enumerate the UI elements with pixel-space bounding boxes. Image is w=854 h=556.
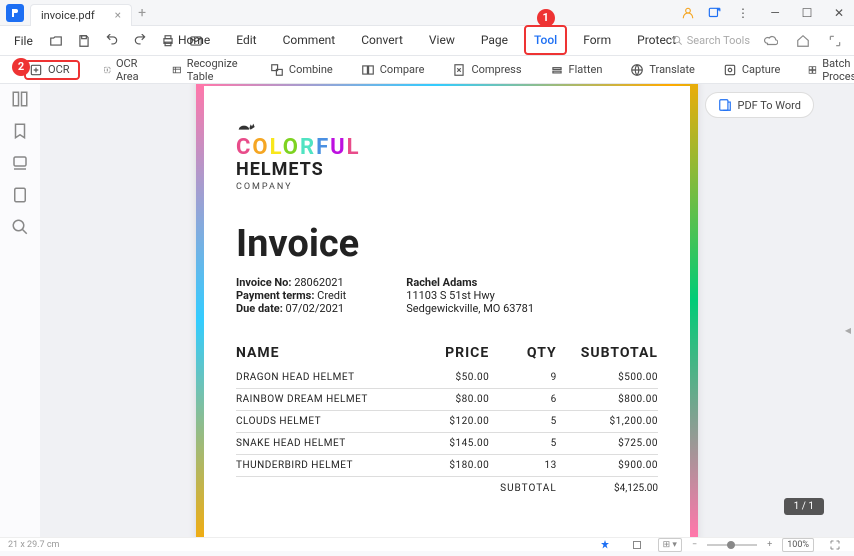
tool-flatten[interactable]: Flatten — [545, 60, 608, 80]
thumbnails-icon[interactable] — [11, 90, 29, 108]
invoice-title: Invoice — [236, 222, 658, 266]
home-icon[interactable] — [792, 30, 814, 52]
main-menu: HomeEditCommentConvertViewPageTool1FormP… — [174, 27, 680, 55]
tool-ocr[interactable]: OCR2 — [24, 60, 80, 80]
hand-tool-icon[interactable] — [594, 534, 616, 556]
save-icon[interactable] — [73, 30, 95, 52]
table-row: RAINBOW DREAM HELMET$80.006$800.00 — [236, 389, 658, 411]
new-tab-button[interactable]: + — [138, 5, 146, 21]
redo-icon[interactable] — [129, 30, 151, 52]
undo-icon[interactable] — [101, 30, 123, 52]
side-panel — [0, 84, 40, 537]
tab-title: invoice.pdf — [41, 9, 95, 22]
titlebar: invoice.pdf × + ⋮ — ☐ ✕ — [0, 0, 854, 26]
word-icon — [718, 98, 732, 112]
col-subtotal: SUBTOTAL — [557, 345, 658, 361]
translate-icon — [630, 63, 644, 77]
batch-process-icon — [808, 63, 817, 77]
open-icon[interactable] — [45, 30, 67, 52]
compare-icon — [361, 63, 375, 77]
pdf-to-word-button[interactable]: PDF To Word — [705, 92, 814, 118]
main-area: ▶ COLORFUL HELMETS COMPANY Invoice Invoi… — [0, 84, 854, 537]
collapse-right-icon[interactable]: ◀ — [844, 311, 852, 351]
pdf-to-word-label: PDF To Word — [738, 99, 801, 112]
menu-page[interactable]: Page — [477, 27, 512, 55]
zoom-slider[interactable] — [707, 544, 757, 546]
recognize-table-icon — [172, 63, 182, 77]
menu-tool[interactable]: Tool1 — [530, 27, 561, 55]
search-placeholder: Search Tools — [687, 34, 750, 47]
close-window-button[interactable]: ✕ — [824, 0, 854, 26]
tool-capture[interactable]: Capture — [718, 60, 785, 80]
tool-compare[interactable]: Compare — [356, 60, 430, 80]
subtotal-value: $4,125.00 — [557, 483, 658, 494]
logo-line2: HELMETS — [236, 159, 658, 180]
search-panel-icon[interactable] — [11, 218, 29, 236]
col-price: PRICE — [405, 345, 489, 361]
zoom-value[interactable]: 100% — [782, 538, 814, 552]
app-icon — [6, 4, 24, 22]
share-icon[interactable] — [702, 3, 726, 23]
menu-home[interactable]: Home — [174, 27, 214, 55]
subtotal-label: SUBTOTAL — [489, 483, 557, 494]
minimize-button[interactable]: — — [760, 0, 790, 26]
toolbar: OCR2 OCR Area Recognize Table Combine Compar… — [0, 56, 854, 84]
search-tools[interactable]: Search Tools — [672, 34, 750, 47]
user-icon[interactable] — [676, 3, 700, 23]
menubar: File Home Edit Comment Convert View Page Tool1… — [0, 26, 854, 56]
col-name: NAME — [236, 345, 405, 361]
menu-view[interactable]: View — [425, 27, 459, 55]
combine-icon — [270, 63, 284, 77]
table-row: THUNDERBIRD HELMET$180.0013$900.00 — [236, 455, 658, 477]
fullscreen-icon[interactable] — [824, 534, 846, 556]
table-row: DRAGON HEAD HELMET$50.009$500.00 — [236, 367, 658, 389]
menu-comment[interactable]: Comment — [279, 27, 340, 55]
attachments-icon[interactable] — [11, 186, 29, 204]
menu-form[interactable]: Form — [579, 27, 615, 55]
page-indicator[interactable]: 1 / 1 — [784, 498, 824, 515]
logo-line3: COMPANY — [236, 182, 658, 192]
hedgehog-icon — [236, 121, 256, 133]
menu-edit[interactable]: Edit — [232, 27, 260, 55]
invoice-info-right: Rachel Adams 11103 S 51st Hwy Sedgewickv… — [406, 276, 534, 315]
tool-ocr-area[interactable]: OCR Area — [98, 54, 150, 86]
maximize-button[interactable]: ☐ — [792, 0, 822, 26]
table-row: CLOUDS HELMET$120.005$1,200.00 — [236, 411, 658, 433]
view-mode-dropdown[interactable]: ⊞ ▾ — [658, 538, 682, 552]
compress-icon — [452, 63, 466, 77]
tool-batch-process[interactable]: Batch Process — [803, 54, 854, 86]
cloud-icon[interactable] — [760, 30, 782, 52]
invoice-table: NAME PRICE QTY SUBTOTAL DRAGON HEAD HELM… — [236, 339, 658, 500]
fit-width-icon[interactable] — [626, 534, 648, 556]
expand-icon[interactable] — [824, 30, 846, 52]
close-tab-icon[interactable]: × — [115, 8, 121, 22]
page-dimensions: 21 x 29.7 cm — [8, 540, 59, 550]
bookmark-icon[interactable] — [11, 122, 29, 140]
document-tab[interactable]: invoice.pdf × — [30, 4, 132, 26]
tool-combine[interactable]: Combine — [265, 60, 338, 80]
menu-convert[interactable]: Convert — [357, 27, 407, 55]
file-menu[interactable]: File — [8, 30, 39, 52]
capture-icon — [723, 63, 737, 77]
document-viewport[interactable]: COLORFUL HELMETS COMPANY Invoice Invoice… — [40, 84, 854, 537]
tool-translate[interactable]: Translate — [625, 60, 700, 80]
tool-compress[interactable]: Compress — [447, 60, 526, 80]
ocr-area-icon — [103, 63, 111, 77]
more-button[interactable]: ⋮ — [728, 0, 758, 26]
invoice-info-left: Invoice No: 28062021 Payment terms: Cred… — [236, 276, 346, 315]
layers-icon[interactable] — [11, 154, 29, 172]
col-qty: QTY — [489, 345, 557, 361]
annotation-badge-1: 1 — [537, 9, 555, 27]
annotation-badge-2: 2 — [12, 58, 30, 76]
statusbar: 21 x 29.7 cm ⊞ ▾ − + 100% — [0, 537, 854, 551]
table-row: SNAKE HEAD HELMET$145.005$725.00 — [236, 433, 658, 455]
pdf-page: COLORFUL HELMETS COMPANY Invoice Invoice… — [196, 84, 698, 537]
ocr-icon — [29, 63, 43, 77]
zoom-in-button[interactable]: + — [767, 540, 772, 550]
zoom-out-button[interactable]: − — [692, 540, 697, 550]
tool-recognize-table[interactable]: Recognize Table — [167, 54, 247, 86]
company-logo: COLORFUL HELMETS COMPANY — [236, 118, 658, 192]
flatten-icon — [550, 63, 564, 77]
